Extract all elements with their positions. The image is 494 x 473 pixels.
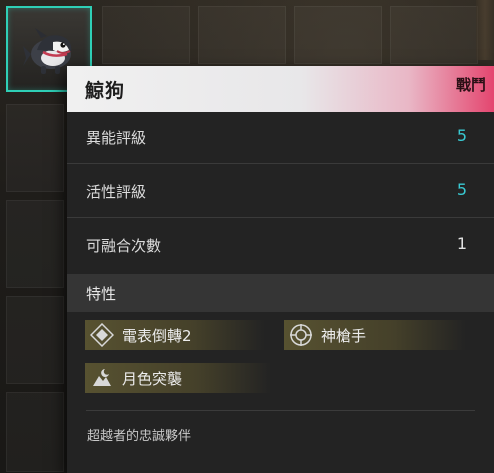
pet-type-tag: 戰鬥: [455, 76, 486, 94]
inventory-slot[interactable]: [294, 6, 382, 64]
inventory-slot[interactable]: [390, 6, 478, 64]
inventory-slot[interactable]: [6, 200, 64, 288]
traits-list: 電表倒轉2 神槍手 月色突襲: [67, 312, 494, 414]
inventory-slot[interactable]: [6, 296, 64, 384]
trait-badge[interactable]: 神槍手: [284, 320, 466, 350]
stat-label: 活性評級: [86, 183, 147, 201]
stat-row-fusion-count: 可融合次數 1: [67, 220, 494, 272]
inventory-slot[interactable]: [6, 392, 64, 472]
background-beam: [476, 0, 494, 60]
crosshair-icon: [290, 324, 312, 346]
game-screen: 鯨狗 戰鬥 異能評級 5 活性評級 5 可融合次數 1 特性 電表倒轉2 神槍手…: [0, 0, 494, 473]
diamond-icon: [90, 323, 114, 347]
inventory-slot[interactable]: [6, 104, 64, 192]
trait-label: 電表倒轉2: [122, 327, 192, 345]
moon-strike-icon: [93, 369, 111, 386]
stat-row-activity-rating: 活性評級 5: [67, 166, 494, 218]
stat-label: 異能評級: [86, 129, 147, 147]
trait-badge[interactable]: 月色突襲: [85, 363, 271, 393]
inventory-slot[interactable]: [102, 6, 190, 64]
stat-label: 可融合次數: [86, 237, 162, 255]
stat-value: 1: [456, 234, 467, 253]
trait-label: 月色突襲: [122, 370, 183, 388]
divider: [86, 410, 475, 411]
pet-description: 超越者的忠誠夥伴: [87, 429, 192, 444]
stat-row-ability-rating: 異能評級 5: [67, 112, 494, 164]
trait-label: 神槍手: [321, 327, 367, 345]
inventory-slot[interactable]: [198, 6, 286, 64]
traits-section-header: 特性: [67, 274, 494, 312]
stat-value: 5: [456, 180, 467, 199]
trait-badge[interactable]: 電表倒轉2: [85, 320, 265, 350]
traits-title: 特性: [86, 285, 117, 303]
stat-value: 5: [456, 126, 467, 145]
pet-name: 鯨狗: [85, 80, 126, 102]
pet-detail-panel: 鯨狗 戰鬥 異能評級 5 活性評級 5 可融合次數 1 特性 電表倒轉2 神槍手…: [67, 66, 494, 473]
panel-header: 鯨狗 戰鬥: [67, 66, 494, 112]
